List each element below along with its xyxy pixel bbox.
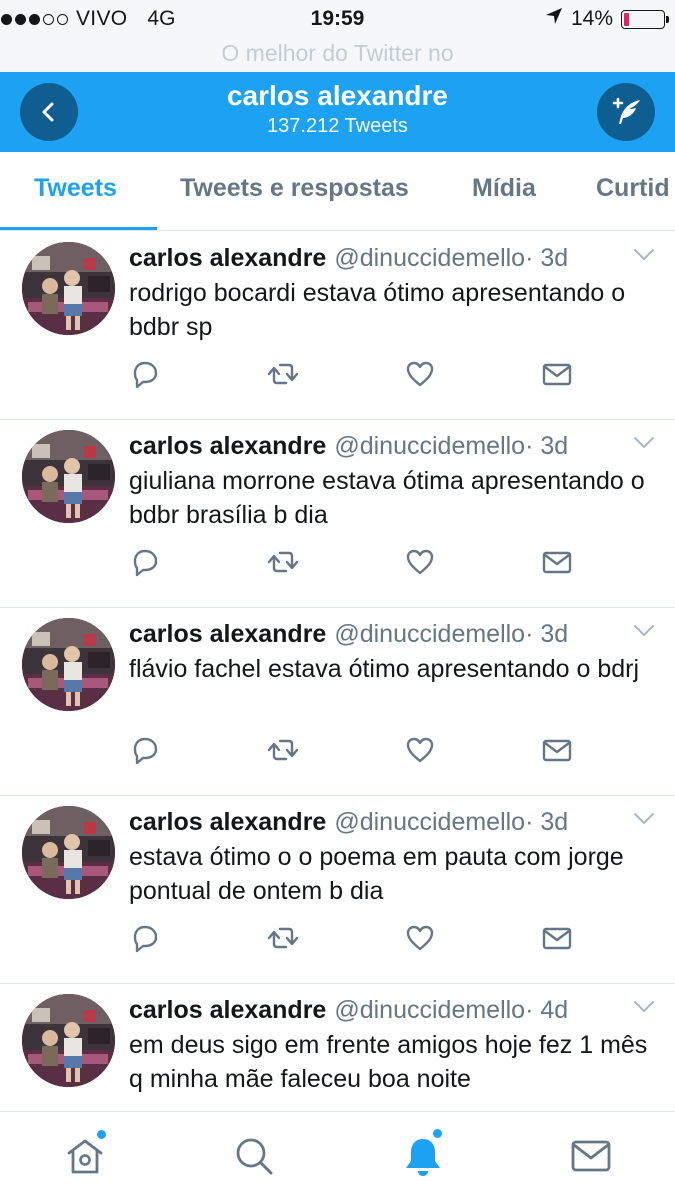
search-icon (236, 1138, 273, 1175)
tab-tweets[interactable]: Tweets (34, 174, 117, 203)
nav-messages[interactable] (569, 1134, 613, 1178)
tab-media[interactable]: Mídia (472, 174, 536, 203)
heart-icon[interactable] (404, 734, 436, 766)
retweet-icon[interactable] (267, 358, 299, 390)
retweet-icon[interactable] (267, 922, 299, 954)
avatar[interactable] (22, 242, 115, 335)
notifications-icon (406, 1139, 440, 1176)
avatar[interactable] (22, 806, 115, 899)
tweet-timestamp: · 3d (525, 244, 569, 272)
avatar[interactable] (22, 994, 115, 1087)
reply-icon[interactable] (129, 922, 161, 954)
tweet-menu-chevron-icon[interactable] (633, 624, 655, 643)
tweet-text: estava ótimo o o poema em pauta com jorg… (129, 843, 624, 905)
compose-tweet-button[interactable] (597, 83, 655, 141)
nav-home[interactable] (63, 1130, 107, 1178)
direct-message-icon[interactable] (541, 922, 573, 954)
tweet-timestamp: · 3d (525, 432, 569, 460)
messages-icon (571, 1140, 611, 1172)
direct-message-icon[interactable] (541, 546, 573, 578)
tweet[interactable]: carlos alexandre @dinuccidemello· 3d esta… (0, 796, 675, 984)
reply-icon[interactable] (129, 358, 161, 390)
active-tab-indicator (0, 227, 157, 230)
reply-icon[interactable] (129, 734, 161, 766)
reply-icon[interactable] (129, 546, 161, 578)
tweet-text: flávio fachel estava ótimo apresentando … (129, 655, 640, 683)
avatar[interactable] (22, 430, 115, 523)
direct-message-icon[interactable] (541, 358, 573, 390)
tweet-actions (129, 358, 579, 390)
tweet-actions (129, 546, 579, 578)
tweet-timestamp: · 4d (525, 996, 569, 1024)
tweet-count: 137.212 Tweets (267, 115, 408, 137)
status-bar: VIVO 4G 19:59 14% (0, 0, 675, 38)
tweet-menu-chevron-icon[interactable] (633, 248, 655, 267)
tweet-text: em deus sigo em frente amigos hoje fez 1… (129, 1031, 648, 1093)
tweet-author-name[interactable]: carlos alexandre (129, 244, 326, 272)
tweet-text: giuliana morrone estava ótima apresentan… (129, 467, 645, 529)
tweet-timestamp: · 3d (525, 808, 569, 836)
avatar[interactable] (22, 618, 115, 711)
tab-tweets-and-replies[interactable]: Tweets e respostas (180, 174, 409, 203)
tweet-actions (129, 922, 579, 954)
tweet[interactable]: carlos alexandre @dinuccidemello· 3d rodr… (0, 232, 675, 420)
profile-name: carlos alexandre (226, 80, 449, 111)
tweet-author-name[interactable]: carlos alexandre (129, 620, 326, 648)
profile-tabs: Tweets Tweets e respostas Mídia Curtid (0, 152, 675, 231)
tweet-author-handle[interactable]: @dinuccidemello (334, 432, 525, 460)
tweet-author-handle[interactable]: @dinuccidemello (334, 244, 525, 272)
tweet-author-handle[interactable]: @dinuccidemello (334, 620, 525, 648)
home-notification-dot (97, 1130, 106, 1139)
top-banner: O melhor do Twitter no (0, 38, 675, 72)
heart-icon[interactable] (404, 546, 436, 578)
tweet-author-name[interactable]: carlos alexandre (129, 808, 326, 836)
tweet-menu-chevron-icon[interactable] (633, 1000, 655, 1019)
nav-search[interactable] (232, 1134, 276, 1178)
bottom-tab-bar (0, 1111, 675, 1200)
tab-likes[interactable]: Curtid (596, 174, 670, 203)
tweet[interactable]: carlos alexandre @dinuccidemello· 3d fláv… (0, 608, 675, 796)
retweet-icon[interactable] (267, 734, 299, 766)
nav-notifications[interactable] (401, 1129, 445, 1178)
tweet-author-name[interactable]: carlos alexandre (129, 432, 326, 460)
location-arrow-icon (545, 7, 563, 31)
tweet-author-name[interactable]: carlos alexandre (129, 996, 326, 1024)
battery-percent: 14% (570, 7, 613, 30)
home-icon (67, 1139, 103, 1174)
tweet-menu-chevron-icon[interactable] (633, 436, 655, 455)
profile-header: carlos alexandre 137.212 Tweets (0, 72, 675, 152)
tweet[interactable]: carlos alexandre @dinuccidemello· 3d giul… (0, 420, 675, 608)
notifications-badge-dot (433, 1129, 442, 1138)
tweet-menu-chevron-icon[interactable] (633, 812, 655, 831)
tweet-author-handle[interactable]: @dinuccidemello (334, 996, 525, 1024)
compose-tweet-icon (612, 97, 640, 124)
tweet-text: rodrigo bocardi estava ótimo apresentand… (129, 279, 626, 341)
battery-icon (621, 9, 669, 29)
heart-icon[interactable] (404, 922, 436, 954)
tweet-author-handle[interactable]: @dinuccidemello (334, 808, 525, 836)
tweet-actions (129, 734, 579, 766)
direct-message-icon[interactable] (541, 734, 573, 766)
tweet-timestamp: · 3d (525, 620, 569, 648)
retweet-icon[interactable] (267, 546, 299, 578)
heart-icon[interactable] (404, 358, 436, 390)
